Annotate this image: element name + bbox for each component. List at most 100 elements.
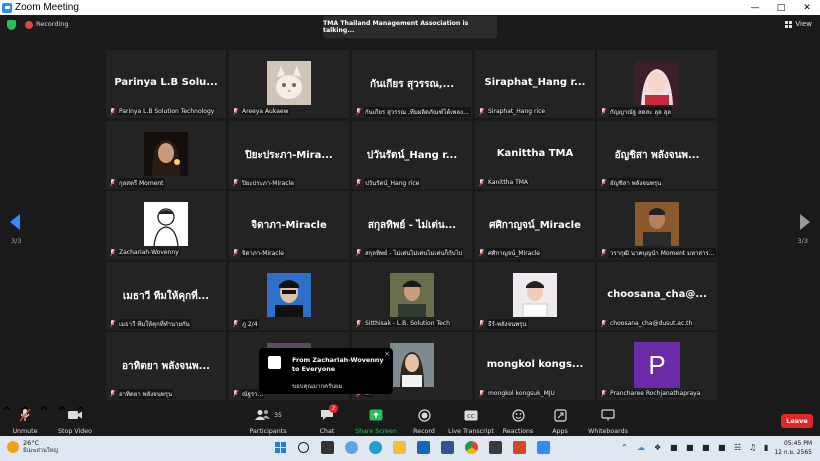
dropbox-icon[interactable]: ❖ <box>654 443 661 452</box>
participant-label-text: จิดาภา-Miracle <box>241 247 285 258</box>
chat-notification[interactable]: From Zachariah-Wovenny to Everyone ขอบคุ… <box>259 348 393 394</box>
participant-label: กันเกียร สุวรรณ ,ทีมผลิตภัณฑ์ได้เพลงค่ะ <box>355 106 471 117</box>
file-explorer-icon[interactable] <box>393 441 406 454</box>
apps-icon <box>553 407 567 423</box>
tray-app-icon-4[interactable]: ■ <box>718 443 726 452</box>
participant-tile[interactable]: Kanittha TMA Kanittha TMA <box>475 121 595 189</box>
participant-label: จิดาภา-Miracle <box>232 247 285 258</box>
participant-tile[interactable]: choosana_cha@... choosana_cha@dusut.ac.th <box>597 262 717 330</box>
participants-button[interactable]: 35 Participants <box>249 403 287 436</box>
participant-tile[interactable]: อาทิตยา พลังจนพ... อาทิตยา พลังจนพรุน <box>106 332 226 400</box>
whiteboards-button[interactable]: Whiteboards <box>588 403 628 436</box>
widgets-icon[interactable] <box>345 441 358 454</box>
reactions-button[interactable]: Reactions <box>503 403 533 436</box>
muted-mic-icon <box>478 178 485 187</box>
participants-chevron-icon[interactable]: ⌃ <box>37 403 50 422</box>
share-screen-icon <box>369 407 383 423</box>
participant-label: กัญญาณัฐ สดสะ ลุล ลุล <box>600 106 672 117</box>
chrome-icon[interactable] <box>465 441 478 454</box>
participant-tile[interactable]: ธีร์-พลังจนพรุน <box>475 262 595 330</box>
participants-label: Participants <box>249 428 287 435</box>
participant-label-text: Areeya Aukaew <box>241 108 290 115</box>
mail-icon[interactable] <box>417 441 430 454</box>
participant-label-text: กันเกียร สุวรรณ ,ทีมผลิตภัณฑ์ได้เพลงค่ะ <box>364 106 471 117</box>
muted-mic-icon <box>600 389 607 398</box>
apps-button[interactable]: Apps <box>550 403 570 436</box>
participant-label: Parinya L.B Solution Technology <box>109 107 216 116</box>
tray-app-icon[interactable]: ■ <box>670 443 678 452</box>
next-page-arrow-icon[interactable] <box>800 214 810 230</box>
participant-tile[interactable]: อัญชิสา พลังจนพ... อัญชิสา พลังจนพรุน <box>597 121 717 189</box>
stop-video-button[interactable]: Stop Video <box>58 403 92 436</box>
minimize-icon[interactable]: — <box>742 0 768 15</box>
live-transcript-button[interactable]: CC Live Transcript <box>448 403 494 436</box>
participant-tile[interactable]: ปวันรัตน์_Hang r... ปวันรัตน์_Hang rice <box>352 121 472 189</box>
participant-label-text: Sitthisak - L.B. Solution Tech <box>364 320 451 327</box>
participant-tile[interactable]: Siraphat_Hang r... Siraphat_Hang rice <box>475 50 595 118</box>
participant-tile[interactable]: Parinya L.B Solu... Parinya L.B Solution … <box>106 50 226 118</box>
participant-video <box>267 273 311 317</box>
participant-tile[interactable]: วรากุฒิ นาคบุญนำ Moment มหาสารค... <box>597 191 717 259</box>
participants-icon: 35 <box>254 407 282 423</box>
share-screen-button[interactable]: Share Screen <box>355 403 397 436</box>
view-button[interactable]: View <box>785 20 812 28</box>
tray-app-icon-2[interactable]: ■ <box>686 443 694 452</box>
clock-time: 05:45 PM <box>784 440 812 447</box>
task-view-icon[interactable] <box>321 441 334 454</box>
record-label: Record <box>413 428 435 435</box>
title-bar: Zoom Meeting — □ ✕ <box>0 0 820 15</box>
security-shield-icon[interactable] <box>7 20 16 30</box>
participant-tile[interactable]: กัญญาณัฐ สดสะ ลุล ลุล <box>597 50 717 118</box>
participant-label-text: Prancharee Rochjanathapraya <box>609 390 702 397</box>
participant-tile[interactable]: ปิยะประภา-Mira... ปิยะประภา-Miracle <box>229 121 349 189</box>
maximize-icon[interactable]: □ <box>768 0 794 15</box>
participant-tile[interactable]: จิดาภา-Miracle จิดาภา-Miracle <box>229 191 349 259</box>
participant-label: สกุลทิพย์ - ไม่เต่นไม่เต่นไม่เต่นก็กับไป <box>355 247 464 258</box>
chat-bubble-icon: 2 <box>320 404 338 423</box>
onedrive-icon[interactable]: ☁ <box>637 443 645 452</box>
powerpoint-icon[interactable] <box>513 441 526 454</box>
participant-tile[interactable]: P Prancharee Rochjanathapraya <box>597 332 717 400</box>
battery-icon[interactable]: ▮ <box>764 443 768 452</box>
participant-tile[interactable]: Areeya Aukaew <box>229 50 349 118</box>
chat-label: Chat <box>319 428 335 435</box>
close-icon[interactable]: ✕ <box>794 0 820 15</box>
participant-tile[interactable]: ศศิกาญจน์_Miracle ศศิกาญจน์_Miracle <box>475 191 595 259</box>
participant-label: อาทิตยา พลังจนพรุน <box>109 388 174 399</box>
search-icon[interactable] <box>298 442 309 453</box>
participant-label: ศศิกาญจน์_Miracle <box>478 247 541 258</box>
start-icon[interactable] <box>274 441 287 454</box>
word-icon[interactable] <box>441 441 454 454</box>
participant-label-text: วรากุฒิ นาคบุญนำ Moment มหาสารค... <box>609 247 716 258</box>
participant-name-display: ศศิกาญจน์_Miracle <box>489 220 581 231</box>
participant-tile[interactable]: Sitthisak - L.B. Solution Tech <box>352 262 472 330</box>
leave-button[interactable]: Leave <box>781 414 813 428</box>
participant-label: choosana_cha@dusut.ac.th <box>600 319 694 328</box>
participant-tile[interactable]: mongkol kongs... mongkol kongsuk_MJU <box>475 332 595 400</box>
tray-chevron-icon[interactable]: ⌃ <box>621 443 628 452</box>
muted-mic-icon <box>232 389 239 398</box>
muted-mic-icon <box>478 248 485 257</box>
wifi-icon[interactable]: ☵ <box>734 443 741 452</box>
system-clock[interactable]: 05:45 PM 12 ก.ย. 2565 <box>774 439 812 457</box>
participant-tile[interactable]: สกุลทิพย์ - ไม่เต่น... สกุลทิพย์ - ไม่เต่… <box>352 191 472 259</box>
participant-tile[interactable]: ภู 2/4 <box>229 262 349 330</box>
participant-tile[interactable]: Zachariah-Wovenny <box>106 191 226 259</box>
zoom-taskbar-icon[interactable] <box>537 441 550 454</box>
chat-notification-sender: From Zachariah-Wovenny to Everyone <box>292 356 384 373</box>
participant-tile[interactable]: กุลสตรี Moment <box>106 121 226 189</box>
unmute-button[interactable]: Unmute <box>12 403 38 436</box>
weather-widget[interactable]: 26°C มีเมฆส่วนใหญ่ <box>7 439 58 455</box>
participant-tile[interactable]: เมธาวี ทีมให้คุกที่... เมธาวี ทีมให้คุกที… <box>106 262 226 330</box>
volume-icon[interactable]: ♫ <box>749 443 756 452</box>
tray-app-icon-3[interactable]: ■ <box>702 443 710 452</box>
participant-label-text: กัญญาณัฐ สดสะ ลุล ลุล <box>609 106 672 117</box>
previous-page-arrow-icon[interactable] <box>10 214 20 230</box>
edge-icon[interactable] <box>369 441 382 454</box>
participant-tile[interactable]: กันเกียร สุวรรณ,... กันเกียร สุวรรณ ,ทีมผ… <box>352 50 472 118</box>
chat-button[interactable]: 2 Chat <box>316 403 338 436</box>
app-icon[interactable] <box>489 441 502 454</box>
close-notification-icon[interactable]: × <box>384 350 390 358</box>
participant-label: Siraphat_Hang rice <box>478 107 547 116</box>
record-button[interactable]: Record <box>410 403 438 436</box>
